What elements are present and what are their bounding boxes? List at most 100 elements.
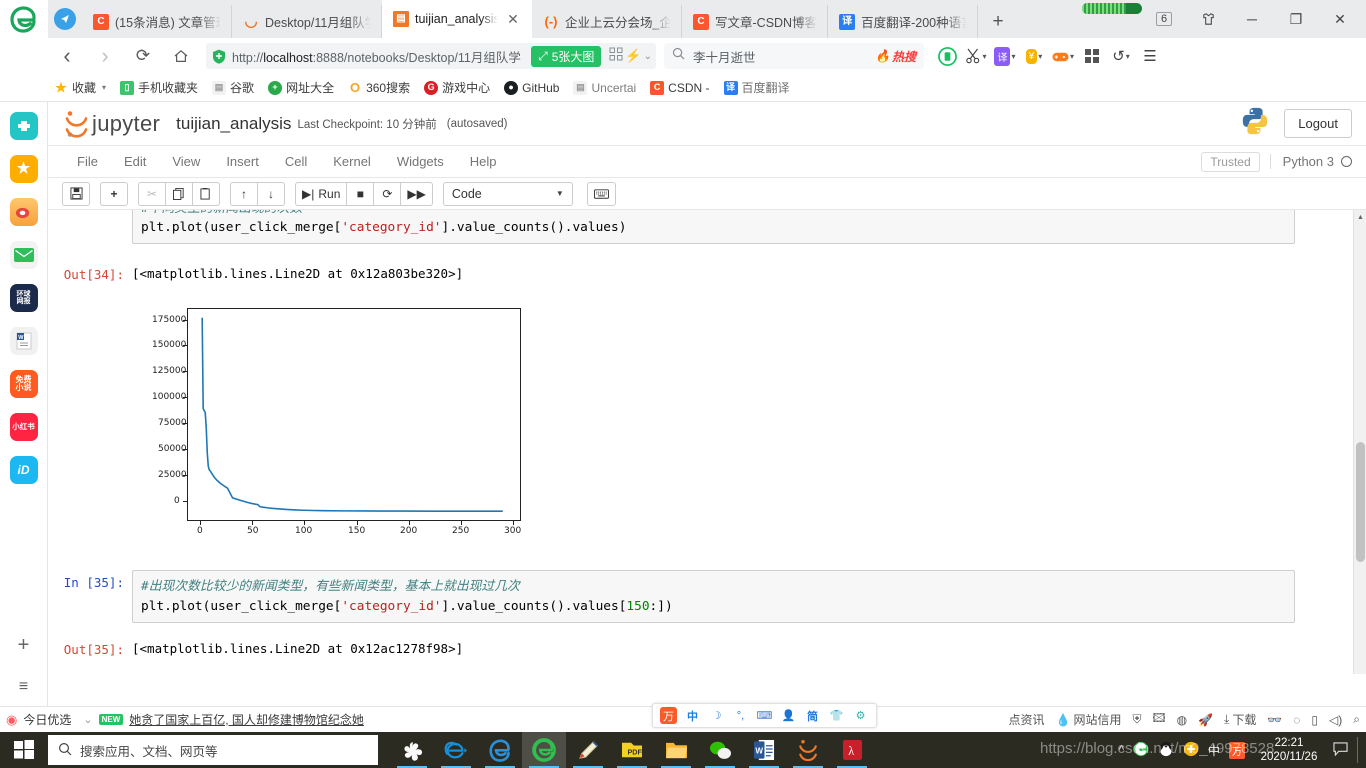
glasses-icon[interactable]: 👓 bbox=[1267, 713, 1282, 727]
taskbar-app-explorer[interactable] bbox=[654, 732, 698, 768]
tray-browser-icon[interactable] bbox=[1133, 741, 1149, 760]
taskbar-app-pdf[interactable]: PDF bbox=[610, 732, 654, 768]
bookmark-phone[interactable]: ▯ 手机收藏夹 bbox=[114, 77, 204, 98]
bookmark-csdn[interactable]: C CSDN - bbox=[644, 79, 715, 97]
taskbar-app-editor[interactable] bbox=[566, 732, 610, 768]
ime-punctuation-icon[interactable]: °, bbox=[732, 707, 749, 724]
taskbar-app-edge[interactable] bbox=[478, 732, 522, 768]
taskbar-app-wechat[interactable] bbox=[698, 732, 742, 768]
menu-kernel[interactable]: Kernel bbox=[320, 146, 384, 178]
browser-tab-0[interactable]: C (15条消息) 文章管理 bbox=[82, 5, 232, 38]
browser-tab-5[interactable]: 译 百度翻译-200种语言 bbox=[828, 5, 979, 38]
taskbar-app-fan[interactable] bbox=[390, 732, 434, 768]
insert-cell-button[interactable]: + bbox=[100, 181, 128, 206]
book-icon[interactable]: ▯ bbox=[1311, 713, 1318, 727]
qrcode-icon[interactable] bbox=[609, 47, 623, 66]
menu-edit[interactable]: Edit bbox=[111, 146, 159, 178]
chevron-down-icon[interactable]: ▾ bbox=[1011, 52, 1015, 61]
tray-qq-icon[interactable] bbox=[1158, 741, 1174, 760]
ime-skin-icon[interactable]: 👕 bbox=[828, 707, 845, 724]
window-count-badge[interactable]: 6 bbox=[1142, 3, 1186, 35]
code-editor[interactable]: #不同类型的新闻出现的次数 plt.plot(user_click_merge[… bbox=[132, 210, 1295, 245]
note-icon[interactable] bbox=[934, 43, 960, 69]
menu-help[interactable]: Help bbox=[457, 146, 510, 178]
sidebar-app-word[interactable]: W bbox=[9, 327, 38, 355]
scroll-up-arrow[interactable]: ▲ bbox=[1354, 210, 1366, 224]
speed-icon[interactable]: ◍ bbox=[1177, 713, 1187, 727]
taskbar-search-box[interactable]: 搜索应用、文档、网页等 bbox=[48, 735, 378, 765]
copy-icon[interactable] bbox=[165, 181, 193, 206]
taskbar-app-ie[interactable] bbox=[434, 732, 478, 768]
sidebar-app-favorites[interactable]: ★ bbox=[9, 155, 38, 183]
news-item[interactable]: 点资讯 bbox=[1009, 711, 1045, 728]
ime-simplified-icon[interactable]: 简 bbox=[804, 707, 821, 724]
tray-so360-icon[interactable]: 万 bbox=[1229, 741, 1245, 759]
game-icon[interactable]: ▾ bbox=[1050, 43, 1076, 69]
notebook-cell-34-input[interactable]: #不同类型的新闻出现的次数 plt.plot(user_click_merge[… bbox=[48, 210, 1353, 248]
chevron-down-icon[interactable]: ▾ bbox=[982, 52, 986, 61]
home-icon[interactable] bbox=[162, 41, 200, 71]
taskbar-app-jupyter[interactable] bbox=[786, 732, 830, 768]
scrollbar-thumb[interactable] bbox=[1356, 442, 1365, 562]
scissors-icon[interactable]: ▾ bbox=[963, 43, 989, 69]
stop-icon[interactable]: ■ bbox=[346, 181, 375, 206]
fast-forward-icon[interactable]: ▶▶ bbox=[400, 181, 433, 206]
shirt-icon[interactable] bbox=[1186, 3, 1230, 35]
image-icon[interactable]: 🖾 bbox=[1153, 709, 1166, 730]
apps-grid-icon[interactable] bbox=[1079, 43, 1105, 69]
taskbar-app-word[interactable]: W bbox=[742, 732, 786, 768]
sidebar-app-iqiyi[interactable]: iD bbox=[9, 456, 38, 484]
notebook-content-area[interactable]: #不同类型的新闻出现的次数 plt.plot(user_click_merge[… bbox=[48, 210, 1366, 674]
news-headline-link[interactable]: 她贪了国家上百亿, 国人却修建博物馆纪念她 bbox=[129, 711, 364, 728]
paste-icon[interactable] bbox=[192, 181, 220, 206]
bookmark-favorites[interactable]: ★ 收藏 ▾ bbox=[48, 77, 112, 98]
download-item[interactable]: ⤓ 下载 bbox=[1224, 711, 1256, 728]
sidebar-list-button[interactable]: ≡ bbox=[19, 678, 28, 696]
menu-view[interactable]: View bbox=[159, 146, 213, 178]
show-desktop-divider[interactable] bbox=[1357, 737, 1358, 763]
notebook-cell-35-input[interactable]: In [35]: #出现次数比较少的新闻类型，有些新闻类型，基本上就出现过几次 … bbox=[48, 544, 1353, 626]
sidebar-app-huanqiu[interactable]: 环球 网报 bbox=[9, 284, 38, 312]
sidebar-add-button[interactable]: + bbox=[18, 634, 30, 657]
kernel-indicator[interactable]: Python 3 bbox=[1269, 154, 1352, 169]
sound-icon[interactable]: ◁) bbox=[1329, 713, 1342, 727]
sidebar-app-mail[interactable] bbox=[9, 241, 38, 269]
taskbar-app-acrobat[interactable]: λ bbox=[830, 732, 874, 768]
search-icon[interactable]: ⌕ bbox=[1353, 712, 1360, 727]
chevron-down-icon[interactable]: ▾ bbox=[102, 83, 106, 92]
tab-nav-button[interactable] bbox=[48, 0, 82, 38]
bookmark-google[interactable]: ▤ 谷歌 bbox=[206, 77, 260, 98]
menu-cell[interactable]: Cell bbox=[272, 146, 320, 178]
trusted-badge[interactable]: Trusted bbox=[1201, 151, 1260, 172]
sidebar-app-xiaohongshu[interactable]: 小红书 bbox=[9, 413, 38, 441]
close-button[interactable]: ✕ bbox=[1318, 3, 1362, 35]
bookmark-hao123[interactable]: + 网址大全 bbox=[262, 77, 340, 98]
bookmark-github[interactable]: ● GitHub bbox=[498, 79, 565, 97]
chevron-expand-icon[interactable]: ⌄ bbox=[83, 713, 92, 726]
shield-icon[interactable]: ⛨ bbox=[1132, 712, 1141, 727]
hot-search-badge[interactable]: 🔥 热搜 bbox=[875, 48, 916, 65]
minimize-button[interactable]: ─ bbox=[1230, 3, 1274, 35]
sidebar-app-freenovel[interactable]: 免费 小说 bbox=[9, 370, 38, 398]
lightning-icon[interactable]: ⚡ bbox=[625, 48, 641, 64]
menu-insert[interactable]: Insert bbox=[213, 146, 272, 178]
reload-icon[interactable]: ⟳ bbox=[124, 41, 162, 71]
browser-tab-4[interactable]: C 写文章-CSDN博客 bbox=[682, 5, 829, 38]
browser-tab-2-active[interactable]: ▤ tuijian_analysis ✕ bbox=[382, 0, 532, 38]
chevron-down-icon[interactable]: ▾ bbox=[1038, 52, 1042, 61]
tray-plus-icon[interactable] bbox=[1183, 741, 1199, 760]
ime-moon-icon[interactable]: ☽ bbox=[708, 707, 725, 724]
code-editor[interactable]: #出现次数比较少的新闻类型，有些新闻类型，基本上就出现过几次 plt.plot(… bbox=[132, 570, 1295, 623]
back-button[interactable]: ‹ bbox=[48, 41, 86, 71]
bookmark-so360[interactable]: O 360搜索 bbox=[342, 77, 416, 98]
ime-mode-chinese[interactable]: 中 bbox=[684, 707, 701, 724]
jupyter-logo[interactable]: jupyter bbox=[64, 109, 160, 139]
new-tab-button[interactable]: + bbox=[978, 5, 1018, 38]
notification-icon[interactable] bbox=[1333, 741, 1348, 759]
move-up-button[interactable]: ↑ bbox=[230, 181, 258, 206]
sidebar-app-weibo[interactable] bbox=[9, 198, 38, 226]
ime-settings-icon[interactable]: ⚙ bbox=[852, 707, 869, 724]
notebook-scrollbar[interactable]: ▲ ▼ bbox=[1353, 210, 1366, 674]
bookmark-game-center[interactable]: G 游戏中心 bbox=[418, 77, 496, 98]
ime-logo-icon[interactable]: 万 bbox=[660, 707, 677, 724]
